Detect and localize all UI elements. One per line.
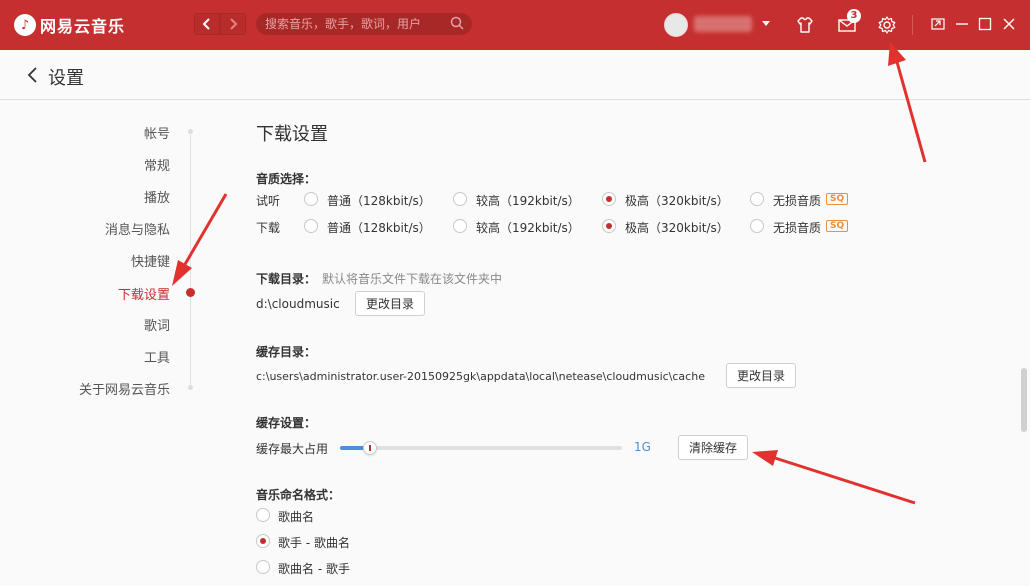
quality-label: 音质选择： <box>256 172 317 186</box>
slider-thumb[interactable] <box>363 441 377 455</box>
radio-label: 极高（320kbit/s） <box>625 221 729 235</box>
sidebar-item-download[interactable]: 下载设置 <box>0 284 170 303</box>
sidebar-item-tools[interactable]: 工具 <box>0 347 170 366</box>
page-title: 设置 <box>48 68 84 89</box>
download-dir-path: d:\cloudmusic <box>256 297 340 311</box>
radio-label: 歌曲名 <box>278 510 315 524</box>
section-title: 下载设置 <box>256 124 328 145</box>
mini-mode-icon[interactable] <box>930 16 946 32</box>
back-button[interactable] <box>194 13 220 35</box>
app-logo-text: 网易云音乐 <box>40 17 126 36</box>
sidebar-item-lyrics[interactable]: 歌词 <box>0 315 170 334</box>
cache-dir-path: c:\users\administrator.user-20150925gk\a… <box>256 370 705 383</box>
maximize-icon[interactable] <box>977 16 993 32</box>
chevron-right-icon <box>230 18 238 30</box>
quality-download-radio-high[interactable] <box>453 219 467 233</box>
quality-row-label: 试听 <box>256 194 281 208</box>
sidebar-dot <box>188 385 193 390</box>
naming-format-label: 音乐命名格式： <box>256 488 341 502</box>
sidebar-item-account[interactable]: 帐号 <box>0 123 170 142</box>
radio-label: 无损音质 <box>773 194 822 208</box>
caret-down-icon[interactable] <box>760 17 772 29</box>
quality-download-radio-normal[interactable] <box>304 219 318 233</box>
download-settings-panel: 下载设置 音质选择： 试听 下载 普通（128kbit/s） 较高（192kbi… <box>256 100 996 586</box>
sq-badge: SQ <box>826 220 849 232</box>
cache-size-value: 1G <box>634 440 651 454</box>
search-input[interactable] <box>256 13 472 35</box>
netease-logo-icon: ♪ <box>14 14 36 36</box>
radio-label: 歌手 - 歌曲名 <box>278 536 350 550</box>
sidebar-item-general[interactable]: 常规 <box>0 155 170 174</box>
sidebar-dot <box>188 129 193 134</box>
quality-download-radio-extreme[interactable] <box>602 219 616 233</box>
sidebar-active-dot <box>186 288 195 297</box>
sq-badge: SQ <box>826 193 849 205</box>
naming-radio-artist-song[interactable] <box>256 534 270 548</box>
cache-settings-label: 缓存设置： <box>256 416 317 430</box>
clear-cache-button[interactable]: 清除缓存 <box>678 435 749 460</box>
radio-label: 无损音质 <box>773 221 822 235</box>
username-blurred[interactable] <box>694 16 752 32</box>
forward-button[interactable] <box>220 13 246 35</box>
cache-max-label: 缓存最大占用 <box>256 442 329 456</box>
radio-label: 歌曲名 - 歌手 <box>278 562 350 576</box>
message-badge: 3 <box>847 9 861 23</box>
naming-radio-song-artist[interactable] <box>256 560 270 574</box>
radio-label: 普通（128kbit/s） <box>327 221 431 235</box>
app-logo[interactable]: ♪ 网易云音乐 <box>14 13 125 37</box>
quality-listen-radio-high[interactable] <box>453 192 467 206</box>
radio-label: 极高（320kbit/s） <box>625 194 729 208</box>
radio-label: 普通（128kbit/s） <box>327 194 431 208</box>
toolbar-divider <box>912 15 913 35</box>
chevron-left-icon <box>202 18 210 30</box>
quality-download-radio-lossless[interactable] <box>750 219 764 233</box>
search-icon[interactable] <box>450 16 464 30</box>
change-download-dir-button[interactable]: 更改目录 <box>355 291 426 316</box>
quality-listen-radio-normal[interactable] <box>304 192 318 206</box>
history-nav <box>194 13 246 35</box>
download-dir-hint: 默认将音乐文件下载在该文件夹中 <box>322 272 503 286</box>
scrollbar-thumb[interactable] <box>1021 368 1027 432</box>
change-cache-dir-button[interactable]: 更改目录 <box>726 363 797 388</box>
radio-label: 较高（192kbit/s） <box>476 221 580 235</box>
settings-sidebar: 帐号 常规 播放 消息与隐私 快捷键 下载设置 歌词 工具 关于网易云音乐 <box>0 100 200 586</box>
avatar[interactable] <box>664 13 688 37</box>
cache-size-slider[interactable] <box>340 441 622 455</box>
quality-row-label: 下载 <box>256 221 281 235</box>
close-icon[interactable] <box>1001 16 1017 32</box>
sidebar-item-about[interactable]: 关于网易云音乐 <box>0 379 170 398</box>
skin-shirt-icon[interactable] <box>795 15 815 35</box>
settings-header: 设置 <box>0 50 1030 100</box>
quality-listen-radio-extreme[interactable] <box>602 192 616 206</box>
settings-gear-icon[interactable] <box>877 15 897 35</box>
cache-dir-label: 缓存目录： <box>256 345 317 359</box>
back-arrow-icon[interactable] <box>26 66 40 84</box>
minimize-icon[interactable] <box>954 16 970 32</box>
sidebar-item-playback[interactable]: 播放 <box>0 187 170 206</box>
title-bar: ♪ 网易云音乐 3 <box>0 0 1030 50</box>
radio-label: 较高（192kbit/s） <box>476 194 580 208</box>
sidebar-item-shortcuts[interactable]: 快捷键 <box>0 251 170 270</box>
sidebar-track-line <box>190 130 191 388</box>
sidebar-item-privacy[interactable]: 消息与隐私 <box>0 219 170 238</box>
quality-listen-radio-lossless[interactable] <box>750 192 764 206</box>
download-dir-label: 下载目录： <box>256 272 317 286</box>
naming-radio-song[interactable] <box>256 508 270 522</box>
